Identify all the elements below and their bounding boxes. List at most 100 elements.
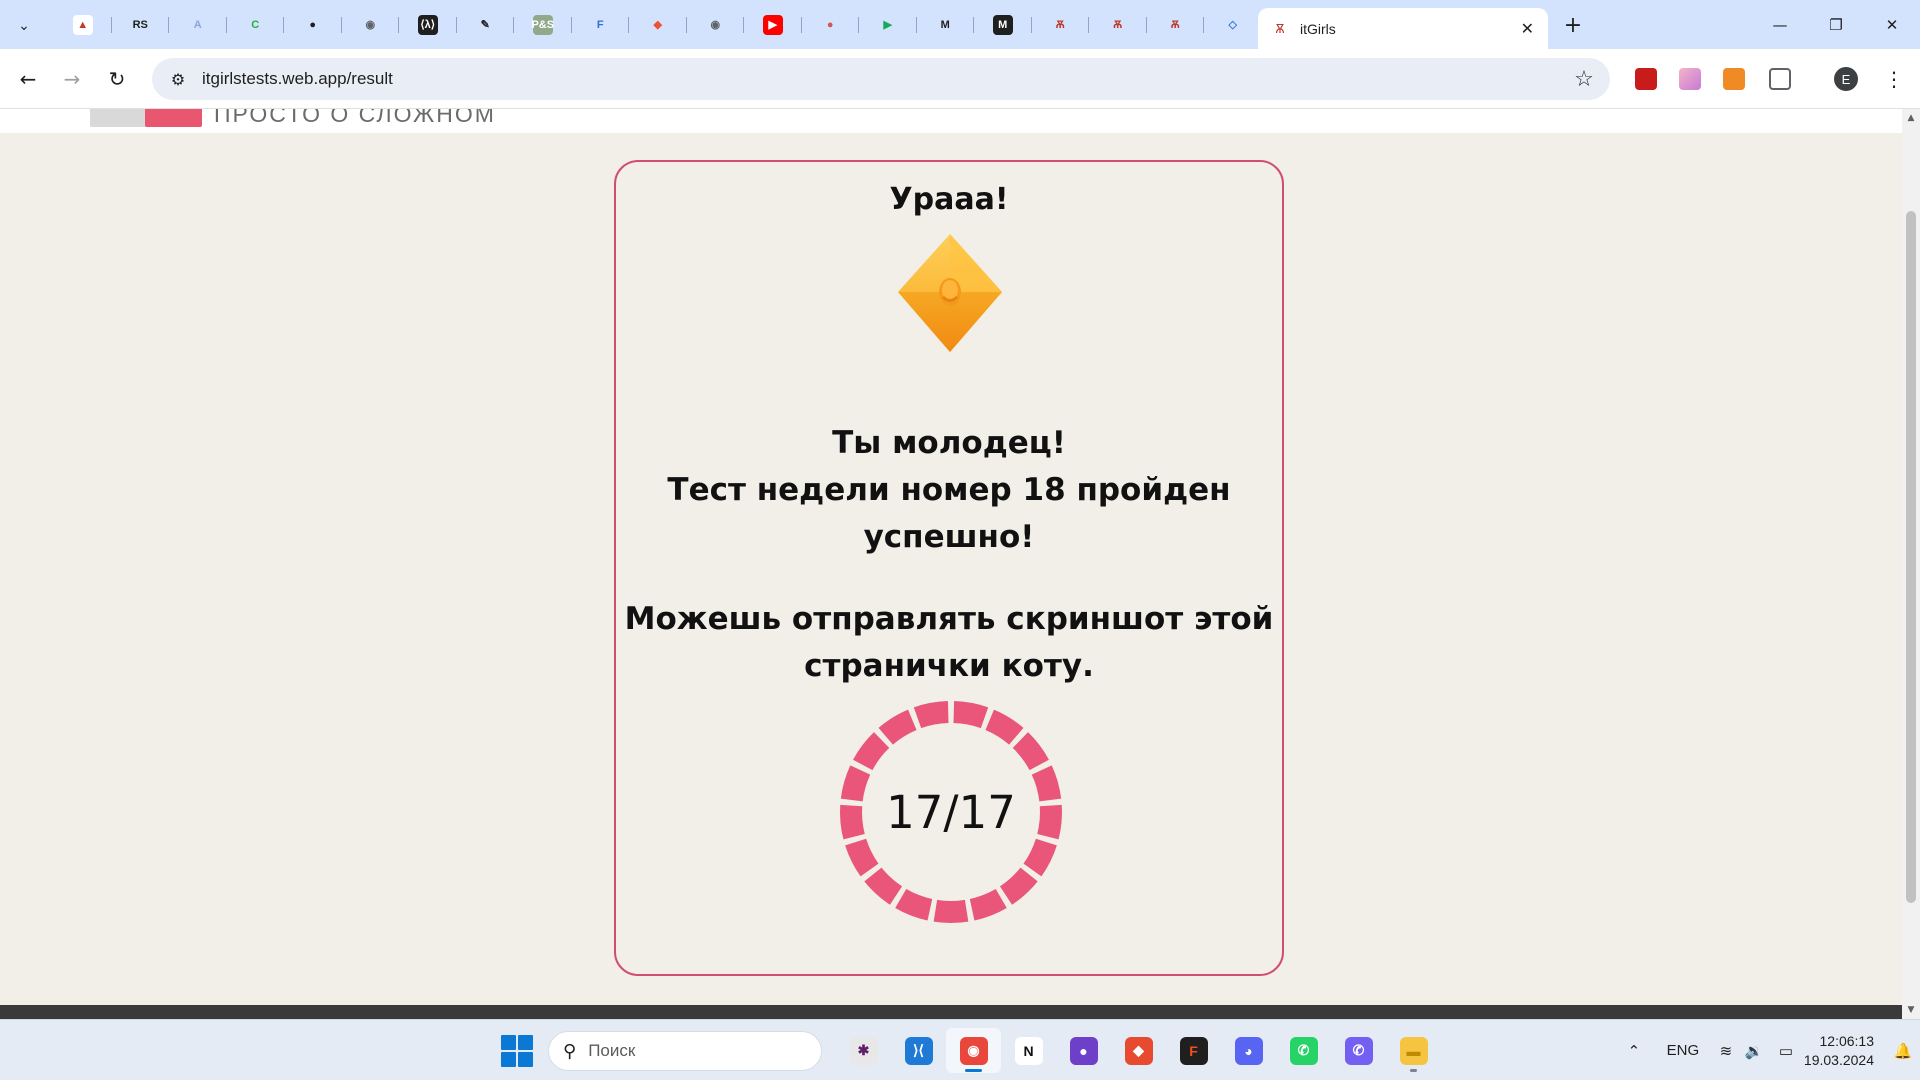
language-indicator[interactable]: ENG (1654, 1042, 1712, 1059)
score-text: 17/17 (886, 785, 1016, 839)
back-button[interactable]: ← (12, 63, 44, 95)
pinned-tab[interactable]: A (169, 0, 227, 49)
github-desktop-icon: ● (1069, 1036, 1098, 1065)
itgirls-icon: Ѫ (1170, 18, 1180, 31)
active-tab[interactable]: Ѫ itGirls ✕ (1258, 8, 1548, 49)
taskbar-app-slack[interactable]: ✱ (836, 1028, 891, 1073)
scroll-thumb[interactable] (1906, 211, 1916, 903)
pinned-tab[interactable]: Ѫ (1147, 0, 1205, 49)
notification-bell-icon[interactable]: 🔔 (1886, 1042, 1920, 1060)
extension-button[interactable] (1674, 63, 1706, 95)
logo-block-red (145, 109, 202, 127)
pinned-tab[interactable]: M (917, 0, 975, 49)
taskbar-app-figma[interactable]: F (1166, 1028, 1221, 1073)
scroll-down-icon[interactable]: ▼ (1902, 1001, 1920, 1019)
new-tab-button[interactable]: + (1558, 10, 1588, 40)
pinned-tab[interactable]: ▲ (54, 0, 112, 49)
globe-icon: ◉ (710, 19, 721, 31)
pinned-tab[interactable]: ● (802, 0, 860, 49)
show-hidden-icons-button[interactable]: ⌃ (1614, 1042, 1654, 1060)
minimize-button[interactable]: — (1752, 0, 1808, 49)
menu-button[interactable]: ⋮ (1878, 63, 1910, 95)
pinned-tab[interactable]: M (974, 0, 1032, 49)
taskbar-app-github-desktop[interactable]: ● (1056, 1028, 1111, 1073)
taskbar-app-whatsapp[interactable]: ✆ (1276, 1028, 1331, 1073)
taskbar-app-chrome[interactable]: ◉ (946, 1028, 1001, 1073)
reload-icon: ↻ (108, 67, 126, 91)
itgirls-icon: Ѫ (1113, 18, 1123, 31)
mail-icon: M (940, 18, 950, 31)
running-indicator (965, 1069, 982, 1072)
clock[interactable]: 12:06:13 19.03.2024 (1804, 1032, 1874, 1070)
clock-date: 19.03.2024 (1803, 1051, 1874, 1068)
start-button[interactable] (501, 1035, 533, 1067)
avatar: E (1834, 67, 1858, 91)
forward-button[interactable]: → (56, 63, 88, 95)
extension-button[interactable] (1630, 63, 1662, 95)
system-tray: ⌃ ENG ≋ 🔉 ▭ 12:06:13 19.03.2024 🔔 (1614, 1020, 1920, 1080)
c-letter-icon: C (251, 18, 260, 31)
globe-icon: ◉ (365, 19, 376, 31)
taskbar-app-vscode[interactable]: ⟩⟨ (891, 1028, 946, 1073)
close-tab-icon[interactable]: ✕ (1521, 19, 1534, 38)
file-explorer-icon: ▬ (1399, 1036, 1428, 1065)
page-scrollbar[interactable]: ▲ ▼ (1902, 109, 1920, 1019)
success-line-1: Ты молодец! (832, 425, 1066, 461)
restore-button[interactable]: ❐ (1808, 0, 1864, 49)
site-info-button[interactable]: ⚙ (158, 59, 198, 99)
pinned-tab[interactable]: RS (112, 0, 170, 49)
wifi-icon[interactable]: ≋ (1712, 1042, 1740, 1060)
close-window-button[interactable]: ✕ (1864, 0, 1920, 49)
pinned-tab[interactable]: ⟨λ⟩ (399, 0, 457, 49)
pinned-tab[interactable]: ◉ (687, 0, 745, 49)
pinned-tab[interactable]: ▶ (744, 0, 802, 49)
taskbar-app-notion[interactable]: N (1001, 1028, 1056, 1073)
pinned-tab[interactable]: ◉ (342, 0, 400, 49)
taskbar-app-file-explorer[interactable]: ▬ (1386, 1028, 1441, 1073)
battery-icon[interactable]: ▭ (1768, 1042, 1804, 1060)
rs-school-icon: RS (132, 18, 148, 31)
git-tool-icon: ◆ (1124, 1036, 1153, 1065)
taskbar-app-git-tool[interactable]: ◆ (1111, 1028, 1166, 1073)
profile-button[interactable]: E (1830, 63, 1862, 95)
scroll-up-icon[interactable]: ▲ (1902, 109, 1920, 127)
address-bar[interactable]: ⚙ itgirlstests.web.app/result ☆ (152, 58, 1610, 100)
clock-time: 12:06:13 (1819, 1032, 1875, 1049)
pinned-tab[interactable]: ▶ (859, 0, 917, 49)
pinned-tab[interactable]: ● (284, 0, 342, 49)
extension-button[interactable] (1764, 63, 1796, 95)
taskbar-app-discord[interactable]: ◕ (1221, 1028, 1276, 1073)
pands-icon: P&S (531, 14, 554, 35)
pinterest-icon: ● (826, 18, 834, 31)
taskbar-search[interactable]: ⚲ Поиск (548, 1031, 822, 1071)
pinned-tab[interactable]: ◆ (629, 0, 687, 49)
screenshot-line-1: Можешь отправлять скриншот этой (624, 601, 1274, 637)
tab-search-button[interactable]: ⌄ (10, 12, 38, 40)
cube-icon: ◇ (1228, 19, 1237, 31)
extension-button[interactable] (1718, 63, 1750, 95)
taskbar-app-viber[interactable]: ✆ (1331, 1028, 1386, 1073)
url-text[interactable]: itgirlstests.web.app/result (202, 69, 1564, 89)
pinned-tab[interactable]: ✎ (457, 0, 515, 49)
result-card: Урааа! Ты молодец! Тест недели номер 18 … (614, 160, 1284, 976)
volume-icon[interactable]: 🔉 (1740, 1042, 1768, 1060)
pinned-tab[interactable]: ◇ (1204, 0, 1262, 49)
card-title: Урааа! (889, 182, 1009, 217)
pinned-tab[interactable]: Ѫ (1089, 0, 1147, 49)
screenshot-line-2: странички коту. (804, 648, 1094, 684)
pinned-tab[interactable]: P&S (514, 0, 572, 49)
pinned-tab[interactable]: C (227, 0, 285, 49)
crystal-icon (898, 234, 1002, 352)
notion-icon: N (1014, 1036, 1043, 1065)
tune-icon: ⚙ (170, 69, 186, 89)
codewars-icon: ⟨λ⟩ (417, 14, 438, 35)
logo-block-gray (90, 109, 150, 127)
figma-icon: F (1179, 1036, 1208, 1065)
reload-button[interactable]: ↻ (101, 63, 133, 95)
orange-extension-icon (1723, 68, 1745, 90)
pinned-tab[interactable]: Ѫ (1032, 0, 1090, 49)
bookmark-star-button[interactable]: ☆ (1564, 59, 1604, 99)
search-icon: ⚲ (563, 1040, 577, 1062)
pinned-tab[interactable]: F (572, 0, 630, 49)
success-line-2: Тест недели номер 18 пройден (667, 472, 1231, 508)
